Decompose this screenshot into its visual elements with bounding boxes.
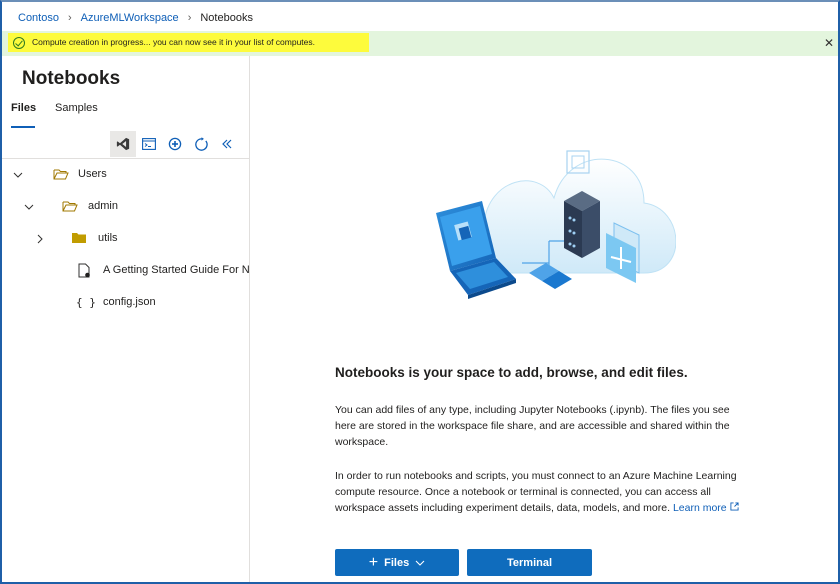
app-frame: Contoso › AzureMLWorkspace › Notebooks C… [0,0,840,584]
main-content: Notebooks is your space to add, browse, … [251,56,838,582]
tree-item-users[interactable]: Users [2,164,250,186]
tree-item-label: utils [98,232,118,244]
success-check-icon [13,37,25,49]
add-files-button[interactable]: + Files [335,549,459,576]
main-heading: Notebooks is your space to add, browse, … [335,365,688,380]
tree-item-label: config.json [103,296,156,308]
tree-item-label: A Getting Started Guide For N [103,264,250,276]
chevron-down-icon [415,560,425,566]
add-icon[interactable] [162,131,188,157]
intro-paragraph: You can add files of any type, including… [335,404,730,448]
notebooks-illustration [436,150,676,299]
collapse-icon[interactable] [214,131,240,157]
close-icon[interactable]: ✕ [824,36,834,50]
compute-paragraph: In order to run notebooks and scripts, y… [335,468,745,516]
tree-item-label: admin [88,200,118,212]
external-link-icon[interactable] [730,502,739,511]
file-explorer-pane: Notebooks Files Samples Users admin util… [2,56,250,582]
tab-files[interactable]: Files [11,102,36,114]
divider [2,158,250,159]
notebook-file-icon [78,263,90,278]
notification-banner: Compute creation in progress... you can … [2,31,838,56]
breadcrumb-contoso[interactable]: Contoso [18,12,59,24]
pane-title: Notebooks [22,68,121,89]
terminal-button[interactable]: Terminal [467,549,592,576]
banner-message: Compute creation in progress... you can … [32,37,315,47]
chevron-right-icon: › [187,12,192,24]
folder-open-icon [62,200,78,212]
chevron-right-icon: › [67,12,72,24]
plus-icon: + [368,553,379,571]
folder-icon [72,233,86,243]
terminal-icon[interactable] [136,131,162,157]
breadcrumb-workspace[interactable]: AzureMLWorkspace [81,12,179,24]
tree-item-admin[interactable]: admin [2,196,250,218]
learn-more-link[interactable]: Learn more [673,502,727,514]
tree-item-utils[interactable]: utils [2,228,250,250]
vscode-icon[interactable] [110,131,136,157]
tree-item-config[interactable]: { } config.json [2,292,250,314]
breadcrumb: Contoso › AzureMLWorkspace › Notebooks [18,10,253,26]
refresh-icon[interactable] [188,131,214,157]
tree-item-getting-started[interactable]: A Getting Started Guide For N [2,260,250,282]
breadcrumb-notebooks: Notebooks [200,12,253,24]
tab-samples[interactable]: Samples [55,102,98,114]
chevron-right-icon[interactable] [34,233,46,245]
folder-open-icon [53,168,69,180]
chevron-down-icon[interactable] [23,201,35,213]
file-toolbar [110,131,240,157]
tree-item-label: Users [78,168,107,180]
add-files-label: Files [384,556,410,569]
json-file-icon: { } [76,296,96,309]
active-tab-indicator [11,126,35,128]
chevron-down-icon[interactable] [12,169,24,181]
